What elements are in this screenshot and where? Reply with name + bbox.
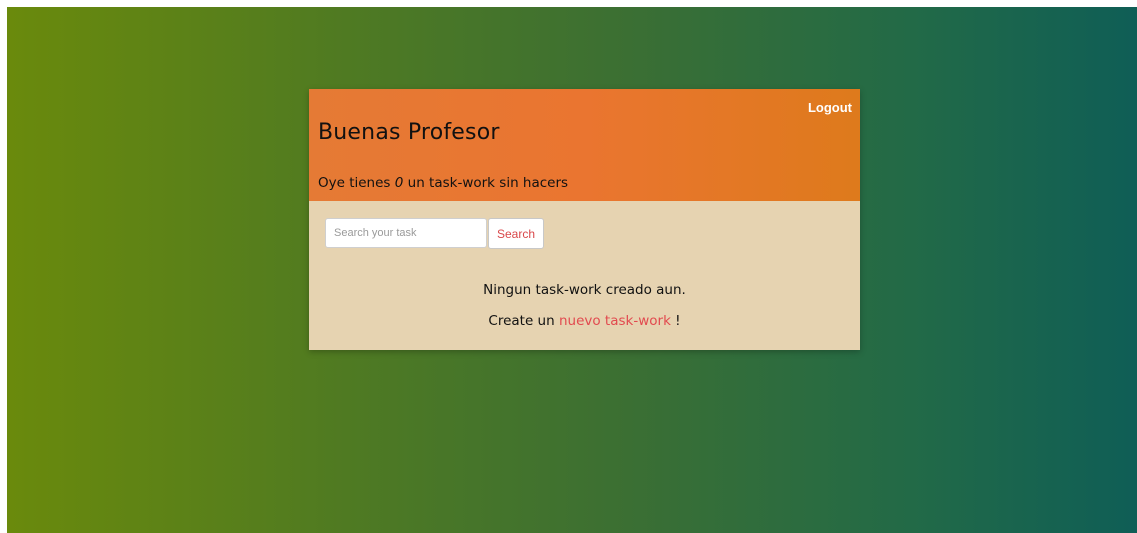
- new-task-link[interactable]: nuevo task-work: [559, 313, 671, 329]
- search-button[interactable]: Search: [488, 218, 544, 249]
- page-background: Logout Buenas Profesor Oye tienes 0 un t…: [7, 7, 1137, 533]
- card-header: Logout Buenas Profesor Oye tienes 0 un t…: [309, 89, 860, 201]
- empty-state-message: Ningun task-work creado aun.: [483, 282, 686, 298]
- pending-suffix: un task-work sin hacers: [403, 175, 569, 191]
- logout-link[interactable]: Logout: [808, 100, 852, 115]
- task-card: Logout Buenas Profesor Oye tienes 0 un t…: [309, 89, 860, 350]
- pending-prefix: Oye tienes: [318, 175, 395, 191]
- pending-tasks-text: Oye tienes 0 un task-work sin hacers: [318, 175, 568, 191]
- create-prefix: Create un: [488, 313, 559, 329]
- card-body: Search Ningun task-work creado aun. Crea…: [309, 201, 860, 350]
- create-task-prompt: Create un nuevo task-work !: [309, 313, 860, 329]
- greeting-title: Buenas Profesor: [318, 120, 500, 145]
- search-input[interactable]: [325, 218, 487, 248]
- create-suffix: !: [670, 313, 681, 329]
